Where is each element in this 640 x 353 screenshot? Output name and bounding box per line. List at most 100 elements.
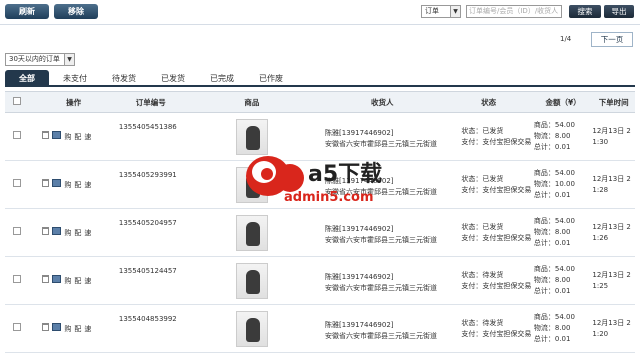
- row-select-cell: [5, 304, 29, 353]
- col-time: 下单时间: [592, 91, 635, 113]
- order-state: 状态：待发货: [461, 318, 504, 327]
- watermark: a5下载 admin5.com: [244, 152, 394, 212]
- dist-link[interactable]: 配: [74, 324, 81, 335]
- period-select[interactable]: 30天以内的订单 ▼: [5, 53, 75, 66]
- search-button[interactable]: 搜索: [569, 5, 601, 18]
- page-indicator: 1/4: [560, 35, 572, 43]
- amount-cell: 商品：54.00 物流：10.00 总计：0.01: [533, 160, 593, 209]
- fast-link[interactable]: 速: [84, 228, 91, 239]
- dist-link[interactable]: 配: [74, 228, 81, 239]
- buy-link[interactable]: 购: [64, 132, 71, 143]
- status-cell: 状态：待发货支付：支付宝担保交易: [443, 256, 534, 305]
- fast-link[interactable]: 速: [84, 132, 91, 143]
- row-checkbox[interactable]: [12, 178, 21, 187]
- receiver-address: 安徽省六安市霍邱县三元镇三元街道: [325, 139, 438, 148]
- product-thumbnail[interactable]: [235, 262, 268, 299]
- order-id[interactable]: 1355405204957: [118, 208, 183, 257]
- receiver-cell: 陈雅[13917446902] 安徽省六安市霍邱县三元镇三元街道: [321, 256, 444, 305]
- search-type-value: 订单: [425, 7, 439, 15]
- trash-icon[interactable]: [42, 130, 50, 139]
- order-state: 状态：已发货: [461, 222, 504, 231]
- table-row[interactable]: 购配速 1355404853992 陈雅[13917446902] 安徽省六安市霍邱县…: [5, 304, 635, 353]
- fast-link[interactable]: 速: [84, 180, 91, 191]
- select-all-checkbox[interactable]: [12, 97, 21, 105]
- refresh-button[interactable]: 刷新: [5, 4, 49, 19]
- table-row[interactable]: 购配速 1355405124457 陈雅[13917446902] 安徽省六安市霍邱县…: [5, 256, 635, 305]
- order-id[interactable]: 1355405293991: [118, 160, 183, 209]
- document-icon[interactable]: [52, 130, 62, 139]
- goods-amount: 商品：54.00: [533, 313, 575, 321]
- buy-link[interactable]: 购: [64, 228, 71, 239]
- goods-amount: 商品：54.00: [533, 265, 575, 273]
- buy-link[interactable]: 购: [64, 180, 71, 191]
- trash-icon[interactable]: [42, 322, 50, 331]
- move-button[interactable]: 移除: [54, 4, 98, 19]
- order-time: 12月13日 21:20: [592, 304, 635, 353]
- chevron-down-icon: ▼: [450, 6, 460, 17]
- goods-amount: 商品：54.00: [533, 121, 575, 129]
- pay-method: 支付：支付宝担保交易: [461, 281, 532, 290]
- status-cell: 状态：已发货 支付：支付宝担保交易: [443, 160, 534, 209]
- order-state: 状态：待发货: [461, 270, 504, 279]
- order-time: 12月13日 21:25: [592, 256, 635, 305]
- product-thumbnail[interactable]: [235, 214, 268, 251]
- status-cell: 状态：待发货 支付：支付宝担保交易: [443, 304, 534, 353]
- tab-to-ship[interactable]: 待发货: [102, 70, 146, 87]
- tab-all[interactable]: 全部: [5, 70, 49, 87]
- order-time: 12月13日 21:26: [592, 208, 635, 257]
- status-cell: 状态：已发货支付：支付宝担保交易: [443, 208, 534, 257]
- search-type-select[interactable]: 订单 ▼: [421, 5, 461, 18]
- tab-voided[interactable]: 已作废: [249, 70, 293, 87]
- row-checkbox[interactable]: [12, 226, 21, 235]
- dist-link[interactable]: 配: [74, 132, 81, 143]
- product-thumbnail[interactable]: [235, 118, 268, 155]
- table-row[interactable]: 购配速 1355405204957 陈雅[13917446902] 安徽省六安市霍邱县…: [5, 208, 635, 257]
- order-id[interactable]: 1355405451386: [118, 112, 183, 161]
- status-cell: 状态：已发货 支付：支付宝担保交易: [443, 112, 534, 161]
- row-checkbox[interactable]: [12, 322, 21, 331]
- dist-link[interactable]: 配: [74, 180, 81, 191]
- product-thumbnail[interactable]: [235, 310, 268, 347]
- order-id[interactable]: 1355405124457: [118, 256, 183, 305]
- table-header: 操作 订单编号 商品 收货人 状态 金额（¥） 下单时间: [5, 91, 635, 113]
- fast-link[interactable]: 速: [84, 276, 91, 287]
- next-page-button[interactable]: 下一页: [591, 32, 633, 47]
- col-ops: 操作: [28, 91, 119, 113]
- fast-link[interactable]: 速: [84, 324, 91, 335]
- buy-link[interactable]: 购: [64, 324, 71, 335]
- amount-cell: 商品：54.00 物流：8.00 总计：0.01: [533, 256, 593, 305]
- receiver-address: 安徽省六安市霍邱县三元镇三元街道: [325, 331, 438, 340]
- tab-unpaid[interactable]: 未支付: [53, 70, 97, 87]
- search-input[interactable]: 订单编号/会员（ID）/收货人: [466, 5, 562, 18]
- tab-completed[interactable]: 已完成: [200, 70, 244, 87]
- receiver-address: 安徽省六安市霍邱县三元镇三元街道: [325, 283, 438, 292]
- trash-icon[interactable]: [42, 178, 50, 187]
- dist-link[interactable]: 配: [74, 276, 81, 287]
- receiver-name: 陈雅[13917446902]: [325, 320, 394, 329]
- product-cell: [182, 256, 322, 305]
- trash-icon[interactable]: [42, 274, 50, 283]
- amount-cell: 商品：54.00 物流：8.00 总计：0.01: [533, 112, 593, 161]
- row-checkbox[interactable]: [12, 130, 21, 139]
- order-id[interactable]: 1355404853992: [118, 304, 183, 353]
- order-state: 状态：已发货: [461, 126, 504, 135]
- col-amount: 金额（¥）: [533, 91, 593, 113]
- document-icon[interactable]: [52, 226, 62, 235]
- document-icon[interactable]: [52, 322, 62, 331]
- export-button[interactable]: 导出: [604, 5, 634, 18]
- ship-amount: 物流：8.00: [533, 228, 571, 236]
- trash-icon[interactable]: [42, 226, 50, 235]
- row-checkbox[interactable]: [12, 274, 21, 283]
- receiver-cell: 陈雅[13917446902] 安徽省六安市霍邱县三元镇三元街道: [321, 304, 444, 353]
- receiver-name: 陈雅[13917446902]: [325, 224, 394, 233]
- tab-shipped[interactable]: 已发货: [151, 70, 195, 87]
- buy-link[interactable]: 购: [64, 276, 71, 287]
- document-icon[interactable]: [52, 178, 62, 187]
- ship-amount: 物流：8.00: [533, 324, 571, 332]
- col-product: 商品: [182, 91, 322, 113]
- order-state: 状态：已发货: [461, 174, 504, 183]
- toolbar-divider: [0, 24, 640, 25]
- row-select-cell: [5, 208, 29, 257]
- pay-method: 支付：支付宝担保交易: [461, 233, 532, 242]
- document-icon[interactable]: [52, 274, 62, 283]
